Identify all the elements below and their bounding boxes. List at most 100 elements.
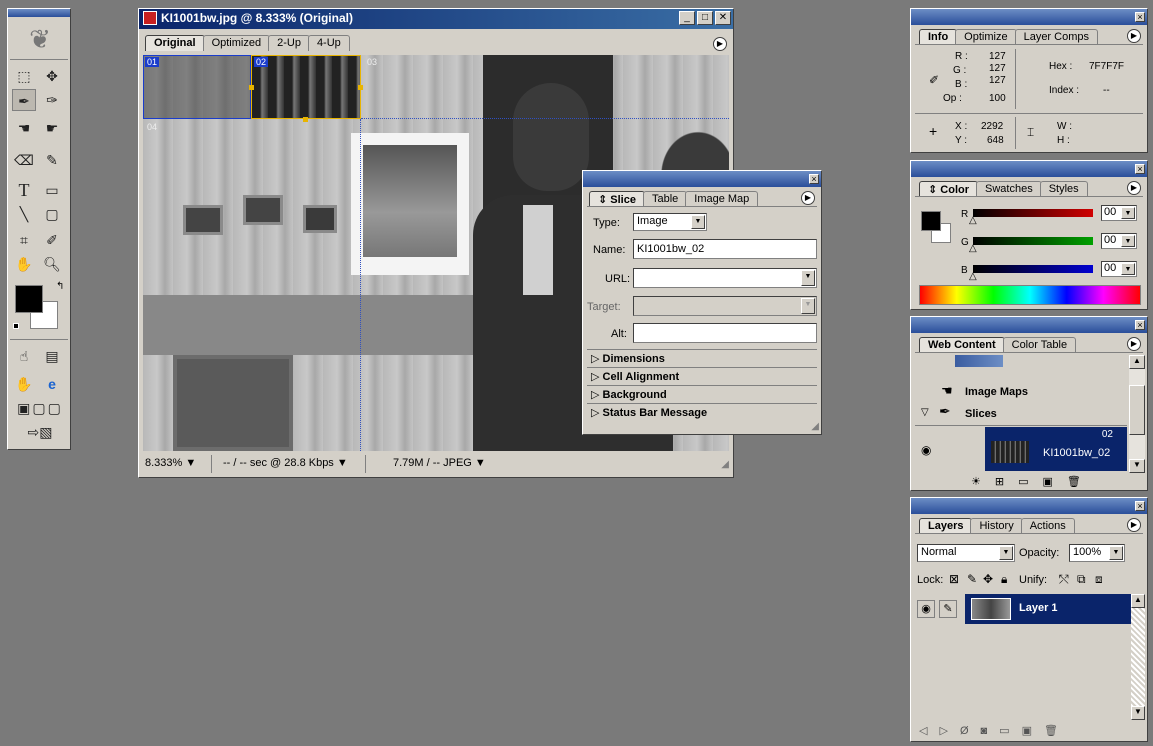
trash-icon[interactable]: 🗑︎: [1044, 725, 1070, 737]
info-panel-menu-button[interactable]: ▶: [1127, 29, 1141, 43]
web-content-close-button[interactable]: ×: [1135, 320, 1145, 330]
eye-visibility-icon[interactable]: ◉: [921, 443, 931, 457]
download-speed-select[interactable]: -- / -- sec @ 28.8 Kbps ▼: [221, 456, 361, 472]
tab-color-table[interactable]: Color Table: [1002, 337, 1077, 353]
foreground-color-swatch[interactable]: [15, 285, 43, 313]
web-content-scrollbar[interactable]: ▲ ▼: [1129, 355, 1145, 473]
rounded-rect-tool-icon[interactable]: ▢: [40, 203, 64, 225]
slice-panel-menu-button[interactable]: ▶: [801, 191, 815, 205]
crop-tool-icon[interactable]: ⌗: [12, 229, 36, 251]
image-maps-label[interactable]: Image Maps: [965, 386, 1028, 398]
tab-swatches[interactable]: Swatches: [976, 181, 1042, 197]
scroll-thumb[interactable]: [1129, 385, 1145, 435]
rollover-preview-icon[interactable]: ✋: [12, 373, 36, 395]
tab-table[interactable]: Table: [642, 191, 688, 207]
web-content-titlebar[interactable]: ×: [911, 317, 1147, 333]
unify-style-icon[interactable]: ⧈: [1095, 572, 1103, 587]
unify-position-icon[interactable]: ⤲: [1059, 572, 1069, 587]
resize-grip-icon[interactable]: ◢: [721, 459, 729, 470]
image-map-select-icon[interactable]: ☛: [40, 117, 64, 139]
tab-styles[interactable]: Styles: [1039, 181, 1088, 197]
tab-4-up[interactable]: 4-Up: [307, 35, 350, 51]
screen-mode-icon[interactable]: ▣▢▢: [12, 397, 68, 419]
slice-03[interactable]: [361, 55, 729, 119]
slice-panel-close-button[interactable]: ×: [809, 174, 819, 184]
tab-image-map[interactable]: Image Map: [685, 191, 759, 207]
tab-info[interactable]: Info: [919, 29, 958, 45]
table-icon[interactable]: ⊞: [995, 476, 1018, 488]
minimize-button[interactable]: _: [679, 11, 695, 25]
layer-row-selected[interactable]: ◉ ✎ Layer 1: [915, 594, 1131, 624]
info-panel-titlebar[interactable]: ×: [911, 9, 1147, 25]
g-value-input[interactable]: 00 ▼: [1101, 233, 1137, 249]
move-tool-icon[interactable]: ✥: [40, 65, 64, 87]
tab-color[interactable]: ⇕ Color: [919, 181, 979, 197]
slice-select-tool-icon[interactable]: ✑: [40, 89, 64, 111]
url-combobox[interactable]: ▼: [633, 268, 817, 288]
next-frame-icon[interactable]: ▷: [939, 725, 959, 737]
lock-transparency-icon[interactable]: ⊠: [949, 572, 959, 586]
section-background[interactable]: ▷ Background: [591, 388, 667, 401]
feather-logo-icon[interactable]: ❦: [12, 23, 68, 55]
name-input[interactable]: KI1001bw_02: [633, 239, 817, 259]
slice-from-layer-icon[interactable]: ▭: [1018, 476, 1042, 488]
layers-close-button[interactable]: ×: [1135, 501, 1145, 511]
layers-scrollbar[interactable]: ▲ ▼: [1131, 594, 1145, 720]
document-titlebar[interactable]: KI1001bw.jpg @ 8.333% (Original) _ □ ✕: [139, 9, 733, 29]
tab-actions[interactable]: Actions: [1020, 518, 1075, 534]
section-dimensions[interactable]: ▷ Dimensions: [591, 352, 665, 365]
lock-all-icon[interactable]: 🔒︎: [1001, 572, 1007, 587]
hand-tool-icon[interactable]: ✋: [12, 253, 36, 275]
tab-layer-comps[interactable]: Layer Comps: [1014, 29, 1098, 45]
line-tool-icon[interactable]: ╲: [12, 203, 36, 225]
toggle-image-maps-icon[interactable]: ▤: [40, 345, 64, 367]
scroll-up-icon[interactable]: ▲: [1131, 594, 1145, 608]
foreground-swatch[interactable]: [921, 211, 941, 231]
slice-tool-icon[interactable]: ✒: [12, 89, 36, 111]
add-mask-icon[interactable]: ◙: [981, 725, 1000, 737]
layers-menu-button[interactable]: ▶: [1127, 518, 1141, 532]
r-slider-track[interactable]: [973, 209, 1093, 217]
web-content-menu-button[interactable]: ▶: [1127, 337, 1141, 351]
tab-2-up[interactable]: 2-Up: [268, 35, 310, 51]
close-button[interactable]: ✕: [715, 11, 731, 25]
tab-layers[interactable]: Layers: [919, 518, 973, 534]
tab-original[interactable]: Original: [145, 35, 205, 51]
b-value-input[interactable]: 00 ▼: [1101, 261, 1137, 277]
layer-style-icon[interactable]: Ø: [960, 725, 981, 737]
lock-image-icon[interactable]: ✎: [967, 572, 977, 586]
type-tool-icon[interactable]: T: [12, 179, 36, 201]
layers-titlebar[interactable]: ×: [911, 498, 1147, 514]
maximize-button[interactable]: □: [697, 11, 713, 25]
rectangle-tool-icon[interactable]: ▭: [40, 179, 64, 201]
slice-handle[interactable]: [249, 85, 254, 90]
slider-thumb-icon[interactable]: △: [969, 215, 977, 226]
scroll-down-icon[interactable]: ▼: [1131, 706, 1145, 720]
color-panel-titlebar[interactable]: ×: [911, 161, 1147, 177]
r-value-input[interactable]: 00 ▼: [1101, 205, 1137, 221]
scroll-down-icon[interactable]: ▼: [1129, 459, 1145, 473]
resize-grip-icon[interactable]: ◢: [811, 421, 819, 432]
prev-frame-icon[interactable]: ◁: [919, 725, 939, 737]
slice-row-selected[interactable]: 02 KI1001bw_02: [985, 427, 1127, 471]
target-combobox[interactable]: ▼: [633, 296, 817, 316]
new-set-icon[interactable]: ▭: [999, 725, 1021, 737]
unify-visibility-icon[interactable]: ⧉: [1077, 572, 1086, 587]
toggle-slices-icon[interactable]: ☝: [12, 345, 36, 367]
tab-optimize[interactable]: Optimize: [955, 29, 1017, 45]
scroll-up-icon[interactable]: ▲: [1129, 355, 1145, 369]
expand-triangle-icon[interactable]: ▽: [921, 407, 929, 418]
section-status-bar-message[interactable]: ▷ Status Bar Message: [591, 406, 707, 419]
preview-browser-icon[interactable]: e: [40, 373, 64, 395]
zoom-tool-icon[interactable]: 🔍︎: [40, 253, 64, 275]
brush-tool-icon[interactable]: ✎: [40, 149, 64, 171]
file-size-select[interactable]: 7.79M / -- JPEG ▼: [391, 456, 511, 472]
tab-optimized[interactable]: Optimized: [202, 35, 271, 51]
slider-thumb-icon[interactable]: △: [969, 243, 977, 254]
eyedropper-tool-icon[interactable]: ✐: [40, 229, 64, 251]
color-panel-menu-button[interactable]: ▶: [1127, 181, 1141, 195]
color-panel-close-button[interactable]: ×: [1135, 164, 1145, 174]
zoom-level-select[interactable]: 8.333% ▼: [143, 456, 203, 472]
slider-thumb-icon[interactable]: △: [969, 271, 977, 282]
tab-web-content[interactable]: Web Content: [919, 337, 1005, 353]
